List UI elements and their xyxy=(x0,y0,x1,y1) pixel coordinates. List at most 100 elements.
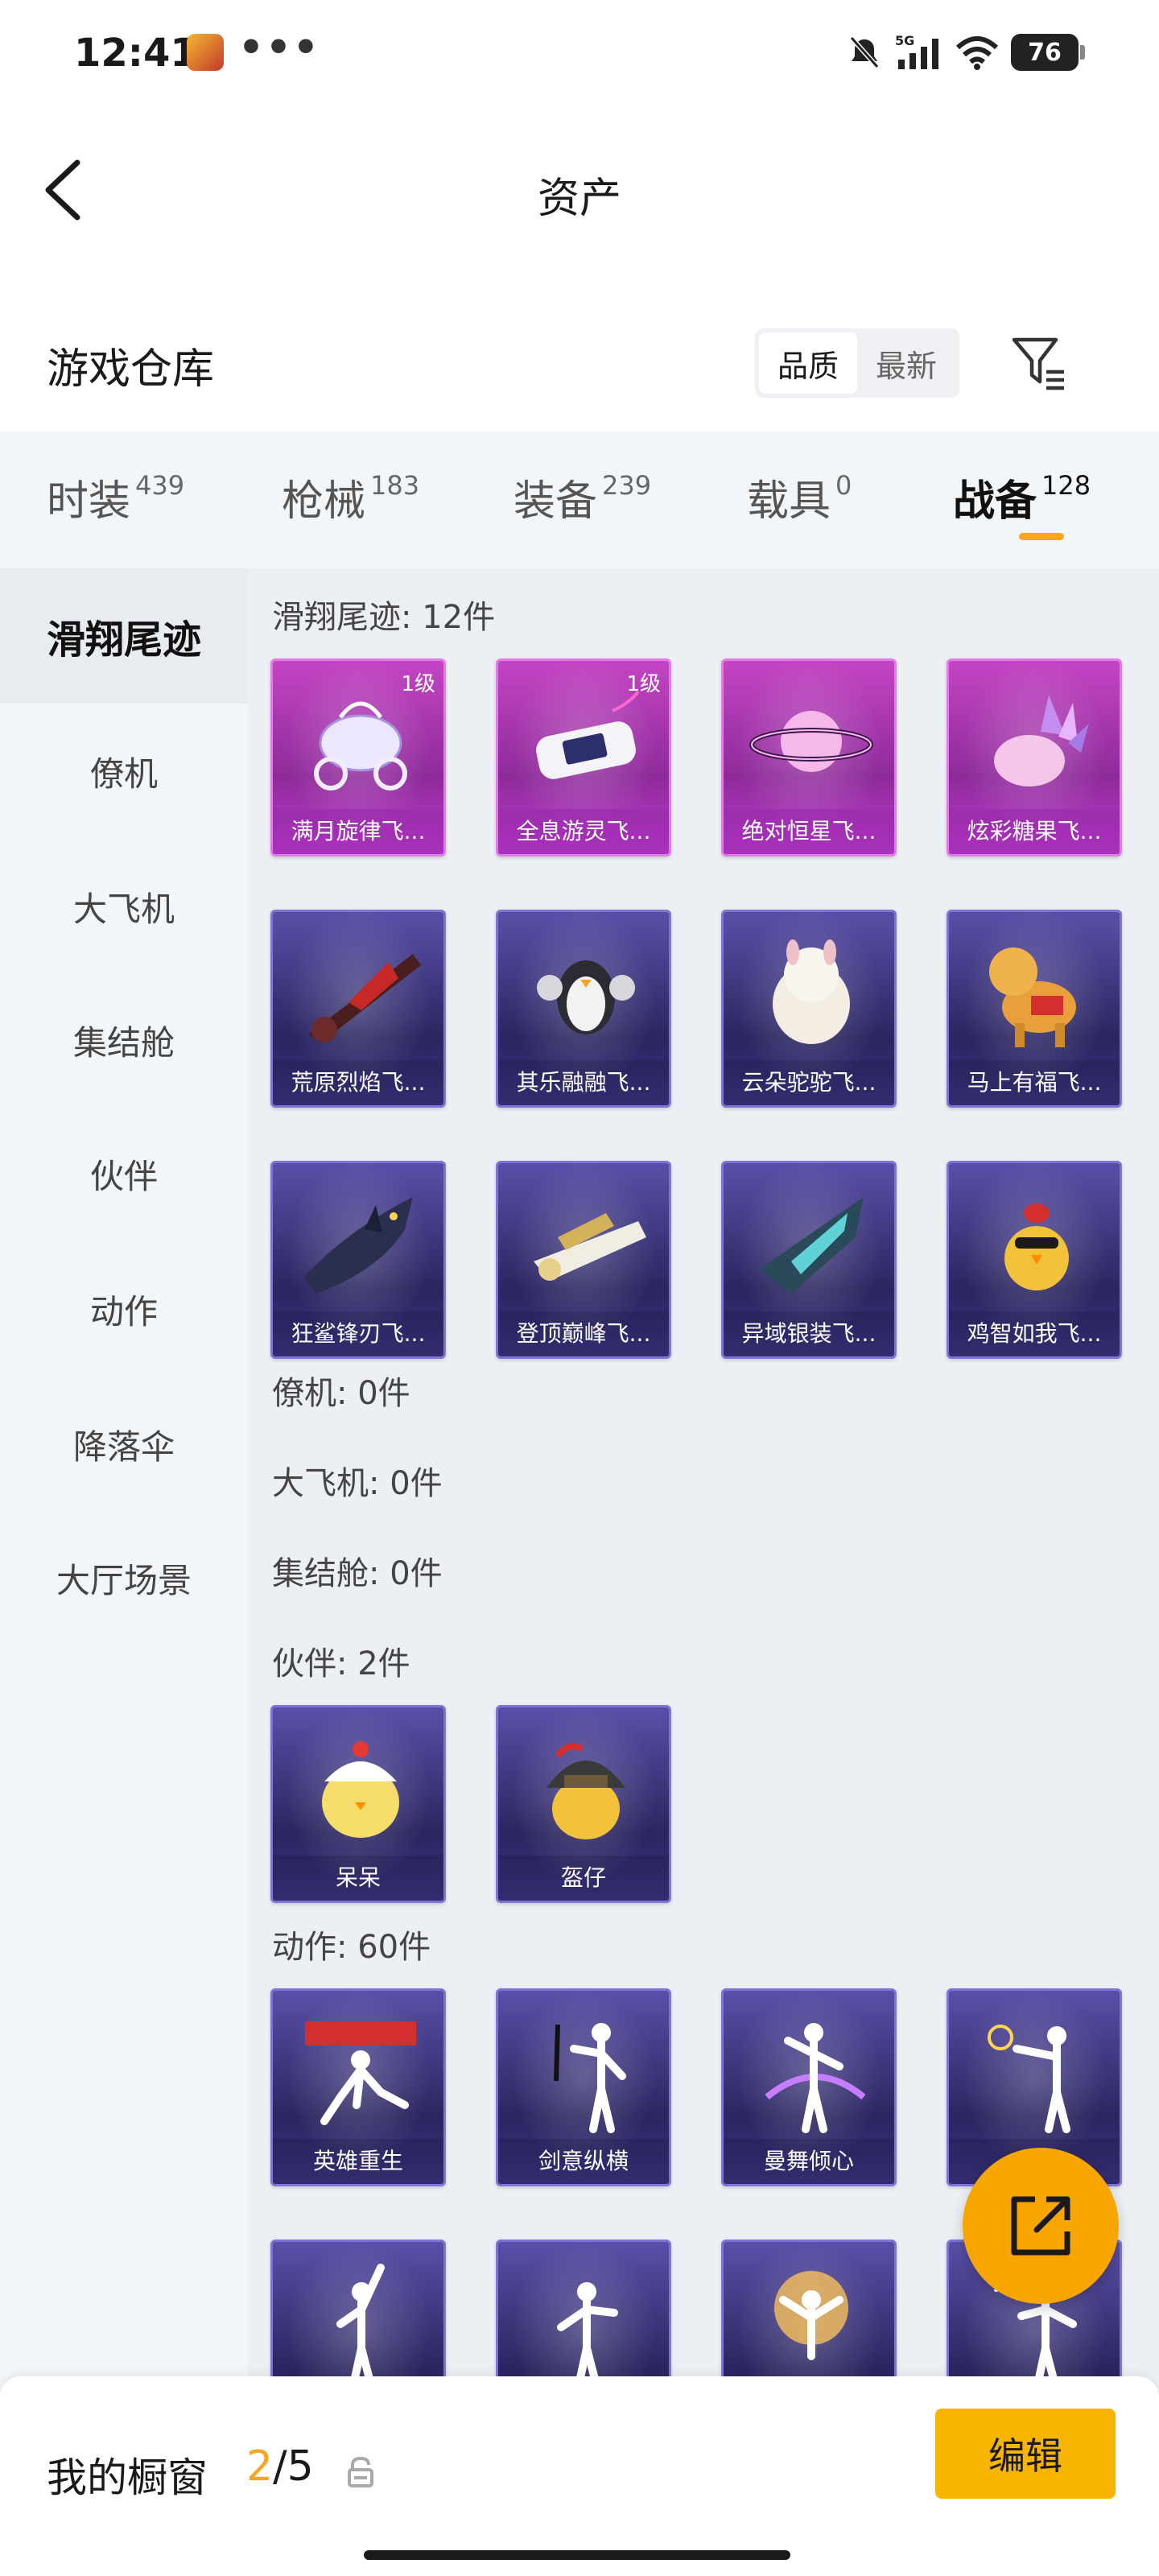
alpaca-icon xyxy=(773,939,850,1044)
active-tab-indicator xyxy=(1019,533,1064,540)
home-indicator[interactable] xyxy=(364,2550,790,2560)
exotic-wing-icon xyxy=(759,1197,864,1294)
item-name: 盔仔 xyxy=(498,1856,669,1901)
wave-pose-icon xyxy=(557,2282,618,2385)
filter-icon xyxy=(1012,337,1064,390)
item-card[interactable]: 绝对恒星飞... xyxy=(721,658,897,857)
planet-icon xyxy=(749,711,873,772)
penguin-icon xyxy=(537,960,635,1034)
section-title-pod: 集结舱: 0件 xyxy=(272,1555,443,1592)
signal-5g-icon: 5G xyxy=(895,33,938,69)
showcase-label: 我的橱窗 xyxy=(47,2454,208,2501)
item-card[interactable]: 英雄重生 xyxy=(270,1988,446,2186)
sort-newest-option[interactable]: 最新 xyxy=(857,332,955,394)
sidebar-item-parachute[interactable]: 降落伞 xyxy=(0,1377,248,1512)
item-card[interactable]: 曼舞倾心 xyxy=(721,1988,897,2186)
sidebar-item-pod[interactable]: 集结舱 xyxy=(0,972,248,1108)
item-content: 滑翔尾迹: 12件 1级 满月旋律飞... 1级 全息游灵飞... 绝对恒星飞.… xyxy=(248,568,1159,2420)
tab-label: 装备 xyxy=(514,477,598,526)
item-name: 英雄重生 xyxy=(273,2139,443,2184)
status-bar: 12:41 ••• 5G 76 xyxy=(0,0,1159,105)
share-button[interactable] xyxy=(963,2148,1119,2304)
edit-button[interactable]: 编辑 xyxy=(935,2409,1116,2499)
item-name: 满月旋律飞... xyxy=(273,809,443,854)
sidebar-item-glide-trail[interactable]: 滑翔尾迹 xyxy=(0,568,248,704)
section-title-partner: 伙伴: 2件 xyxy=(272,1645,410,1682)
item-name: 异域银装飞... xyxy=(724,1311,894,1356)
dance-pose-icon xyxy=(765,2023,866,2133)
item-card[interactable]: 狂鲨锋刃飞... xyxy=(270,1161,446,1359)
item-card[interactable]: 登顶巅峰飞... xyxy=(496,1161,671,1359)
more-notifications-icon: ••• xyxy=(238,24,320,71)
item-card[interactable]: 其乐融融飞... xyxy=(496,910,671,1108)
item-card[interactable]: 炫彩糖果飞... xyxy=(947,658,1122,857)
page-title: 资产 xyxy=(537,175,621,223)
sidebar-item-wingman[interactable]: 僚机 xyxy=(0,704,248,839)
carriage-icon xyxy=(314,701,407,791)
item-card[interactable]: 剑意纵横 xyxy=(496,1988,671,2186)
section-title-plane: 大飞机: 0件 xyxy=(272,1465,443,1502)
tab-battle-gear[interactable]: 战备 128 xyxy=(953,467,1091,527)
sword-pose-icon xyxy=(554,2023,626,2133)
item-name: 登顶巅峰飞... xyxy=(498,1311,669,1356)
reach-pose-icon xyxy=(336,2264,385,2385)
tab-guns[interactable]: 枪械 183 xyxy=(282,467,419,527)
showcase-current: 2 xyxy=(246,2442,274,2491)
filter-button[interactable] xyxy=(1011,335,1067,391)
tab-count: 128 xyxy=(1041,470,1091,501)
sidebar-item-partner[interactable]: 伙伴 xyxy=(0,1106,248,1241)
section-title-glide: 滑翔尾迹: 12件 xyxy=(272,599,496,636)
item-card[interactable]: 1级 全息游灵飞... xyxy=(496,658,671,857)
item-card[interactable]: 异域银装飞... xyxy=(721,1161,897,1359)
chick-icon xyxy=(322,1741,399,1838)
tab-label: 枪械 xyxy=(282,477,366,526)
subcategory-sidebar: 滑翔尾迹 僚机 大飞机 集结舱 伙伴 动作 降落伞 大厅场景 xyxy=(0,568,248,2420)
item-card[interactable]: 云朵驼驼飞... xyxy=(721,910,897,1108)
battery-level: 76 xyxy=(1028,38,1062,67)
item-name: 鸡智如我飞... xyxy=(949,1311,1120,1356)
shark-icon xyxy=(303,1197,413,1294)
helmet-chick-icon xyxy=(547,1743,625,1839)
item-name: 马上有福飞... xyxy=(949,1060,1120,1105)
category-tabs: 时装 439 枪械 183 装备 239 载具 0 战备 128 xyxy=(0,431,1159,568)
warehouse-title: 游戏仓库 xyxy=(47,345,215,394)
tab-fashion[interactable]: 时装 439 xyxy=(47,467,184,527)
item-card[interactable]: 荒原烈焰飞... xyxy=(270,910,446,1108)
handheld-console-icon xyxy=(536,690,640,779)
item-card[interactable]: 1级 满月旋律飞... xyxy=(270,658,446,857)
sort-toggle: 品质 最新 xyxy=(755,328,959,398)
tab-label: 载具 xyxy=(747,477,831,526)
item-name: 绝对恒星飞... xyxy=(724,809,894,854)
external-link-icon xyxy=(1011,2196,1070,2256)
item-card[interactable]: 盔仔 xyxy=(496,1705,671,1903)
app-notification-icon xyxy=(187,34,224,71)
chicken-icon xyxy=(1004,1203,1069,1290)
item-card[interactable]: 呆呆 xyxy=(270,1705,446,1903)
item-name: 荒原烈焰飞... xyxy=(273,1060,443,1105)
sidebar-item-emote[interactable]: 动作 xyxy=(0,1241,248,1377)
tab-vehicles[interactable]: 载具 0 xyxy=(747,467,852,527)
sort-quality-option[interactable]: 品质 xyxy=(759,332,857,394)
item-name: 云朵驼驼飞... xyxy=(724,1060,894,1105)
showcase-bar: 我的橱窗 2/5 编辑 xyxy=(0,2376,1159,2576)
item-card[interactable]: 鸡智如我飞... xyxy=(947,1161,1122,1359)
horse-toy-icon xyxy=(989,947,1076,1047)
lock-icon xyxy=(348,2456,373,2487)
section-title-wingman: 僚机: 0件 xyxy=(272,1375,410,1412)
item-name: 炫彩糖果飞... xyxy=(949,809,1120,854)
item-level: 1级 xyxy=(626,672,661,696)
item-level: 1级 xyxy=(401,672,435,696)
item-name: 呆呆 xyxy=(273,1856,443,1901)
tab-count: 239 xyxy=(602,470,652,501)
item-card[interactable]: 马上有福飞... xyxy=(947,910,1122,1108)
sidebar-item-lobby-scene[interactable]: 大厅场景 xyxy=(0,1510,248,1645)
sidebar-item-big-plane[interactable]: 大飞机 xyxy=(0,839,248,974)
tab-equipment[interactable]: 装备 239 xyxy=(514,467,651,527)
status-indicators: 5G 76 xyxy=(845,31,1085,74)
item-name: 剑意纵横 xyxy=(498,2139,669,2184)
section-title-emote: 动作: 60件 xyxy=(272,1929,431,1966)
item-name: 其乐融融飞... xyxy=(498,1060,669,1105)
candy-crystal-icon xyxy=(994,695,1089,786)
tab-count: 0 xyxy=(835,470,852,501)
mute-bell-icon xyxy=(849,36,880,68)
